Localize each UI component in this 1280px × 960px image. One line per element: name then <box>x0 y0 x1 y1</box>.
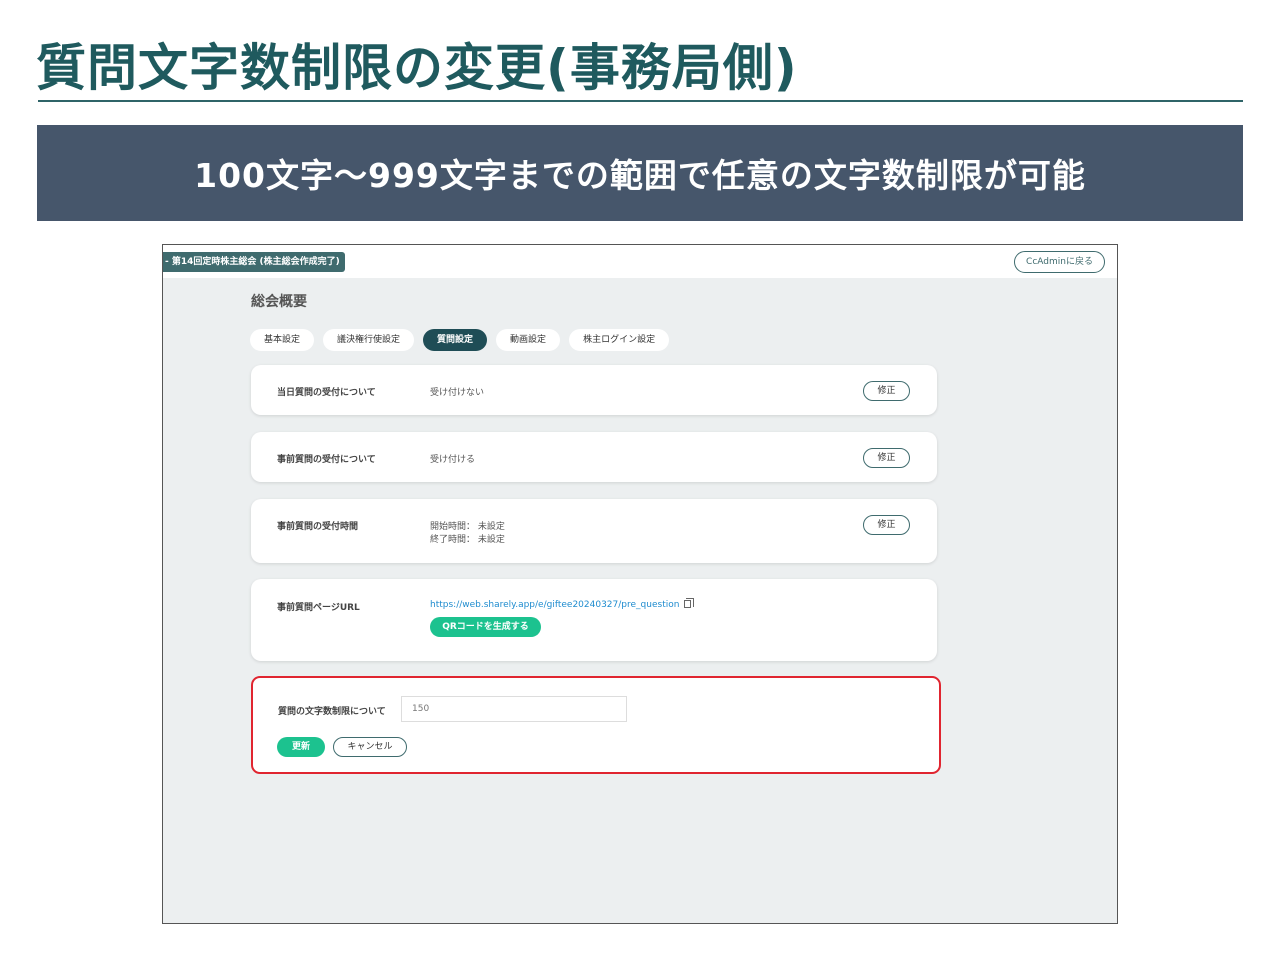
tab-shareholder-login-settings[interactable]: 株主ログイン設定 <box>569 329 670 351</box>
edit-button[interactable]: 修正 <box>863 515 910 535</box>
app-screenshot: - 第14回定時株主総会 (株主総会作成完了) CcAdminに戻る 総会概要 … <box>162 244 1118 924</box>
card-value: 受け付けない <box>430 388 485 398</box>
card-value: 受け付ける <box>430 455 476 465</box>
generate-qr-button[interactable]: QRコードを生成する <box>430 617 541 637</box>
edit-button[interactable]: 修正 <box>863 448 910 468</box>
settings-tabs: 基本設定 議決権行使設定 質問設定 動画設定 株主ログイン設定 <box>250 329 670 351</box>
character-limit-label: 質問の文字数制限について <box>278 707 386 717</box>
copy-icon[interactable] <box>684 598 695 608</box>
back-to-ccadmin-button[interactable]: CcAdminに戻る <box>1014 251 1105 273</box>
card-label: 当日質問の受付について <box>277 388 376 398</box>
advance-question-card: 事前質問の受付について 受け付ける 修正 <box>251 432 937 482</box>
character-limit-card: 質問の文字数制限について 150 更新 キャンセル <box>251 676 941 774</box>
same-day-question-card: 当日質問の受付について 受け付けない 修正 <box>251 365 937 415</box>
slide-title: 質問文字数制限の変更(事務局側) <box>36 39 798 97</box>
page-title: 総会概要 <box>251 294 307 310</box>
cancel-button[interactable]: キャンセル <box>333 737 407 757</box>
app-header: - 第14回定時株主総会 (株主総会作成完了) CcAdminに戻る <box>163 245 1117 278</box>
question-page-url-link[interactable]: https://web.sharely.app/e/giftee20240327… <box>430 600 679 610</box>
tab-question-settings[interactable]: 質問設定 <box>423 329 488 351</box>
title-divider <box>38 100 1243 102</box>
tab-video-settings[interactable]: 動画設定 <box>496 329 561 351</box>
summary-banner: 100文字〜999文字までの範囲で任意の文字数制限が可能 <box>37 125 1243 221</box>
tab-voting-settings[interactable]: 議決権行使設定 <box>323 329 415 351</box>
card-label: 事前質問ページURL <box>277 603 360 613</box>
advance-question-time-card: 事前質問の受付時間 開始時間： 未設定 終了時間： 未設定 修正 <box>251 499 937 563</box>
character-limit-input[interactable]: 150 <box>401 696 627 722</box>
tab-basic-settings[interactable]: 基本設定 <box>250 329 315 351</box>
card-label: 事前質問の受付について <box>277 455 376 465</box>
start-time-value: 開始時間： 未設定 <box>430 522 505 532</box>
url-row: https://web.sharely.app/e/giftee20240327… <box>430 598 695 610</box>
meeting-status-badge: - 第14回定時株主総会 (株主総会作成完了) <box>163 252 345 272</box>
card-label: 事前質問の受付時間 <box>277 522 359 532</box>
advance-question-url-card: 事前質問ページURL https://web.sharely.app/e/gif… <box>251 579 937 661</box>
banner-text: 100文字〜999文字までの範囲で任意の文字数制限が可能 <box>194 156 1086 195</box>
edit-button[interactable]: 修正 <box>863 381 910 401</box>
end-time-value: 終了時間： 未設定 <box>430 535 505 545</box>
update-button[interactable]: 更新 <box>277 737 325 757</box>
